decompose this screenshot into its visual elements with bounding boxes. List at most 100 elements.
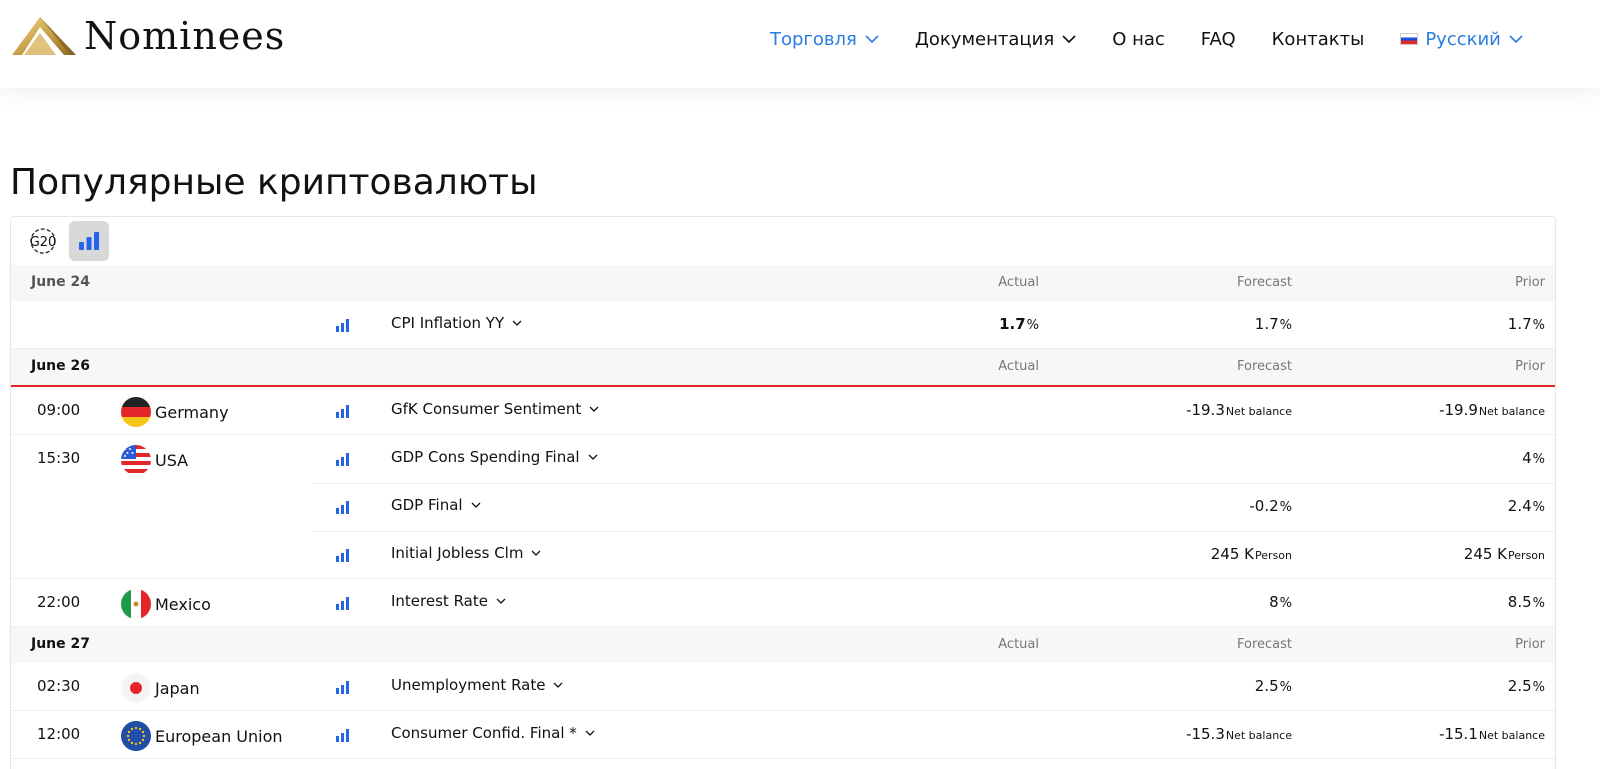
event-time: 22:00 bbox=[37, 593, 81, 611]
prior-unit: % bbox=[1532, 318, 1545, 333]
importance-icon bbox=[336, 597, 349, 610]
prior-unit: Net balance bbox=[1478, 405, 1545, 418]
event-name-label: GDP Final bbox=[391, 496, 463, 514]
brand-logo[interactable]: Nominees bbox=[10, 12, 285, 60]
importance-filter-button[interactable] bbox=[69, 221, 109, 261]
forecast-unit: Net balance bbox=[1225, 729, 1292, 742]
date-label: June 26 bbox=[31, 358, 90, 374]
prior-value: 2.4% bbox=[1508, 497, 1545, 515]
event-row[interactable]: 22:00 Mexico Interest Rate 8% 8.5% bbox=[11, 579, 1555, 627]
column-header-forecast: Forecast bbox=[1236, 637, 1292, 652]
column-header-actual: Actual bbox=[998, 359, 1039, 374]
forecast-number: 8 bbox=[1269, 593, 1279, 611]
date-label: June 24 bbox=[31, 274, 90, 290]
event-row[interactable]: Initial Jobless Clm 245 KPerson 245 KPer… bbox=[11, 531, 1555, 579]
nav-about[interactable]: О нас bbox=[1112, 29, 1165, 50]
event-country: Germany bbox=[121, 397, 229, 427]
date-label: June 27 bbox=[31, 636, 90, 652]
prior-value: 245 KPerson bbox=[1464, 545, 1545, 563]
nav-trading[interactable]: Торговля bbox=[770, 29, 879, 50]
event-name[interactable]: GfK Consumer Sentiment bbox=[391, 400, 599, 418]
chevron-down-icon bbox=[471, 502, 481, 508]
prior-value: 4% bbox=[1522, 449, 1545, 467]
country-name: European Union bbox=[155, 726, 283, 746]
event-name[interactable]: GDP Cons Spending Final bbox=[391, 448, 598, 466]
nav-about-label: О нас bbox=[1112, 28, 1165, 50]
language-label: Русский bbox=[1425, 28, 1501, 50]
forecast-number: -0.2 bbox=[1249, 497, 1279, 515]
chevron-down-icon bbox=[589, 406, 599, 412]
prior-unit: % bbox=[1532, 680, 1545, 695]
event-time: 12:00 bbox=[37, 725, 81, 743]
column-header-actual: Actual bbox=[998, 637, 1039, 652]
g20-filter-button[interactable]: G20 bbox=[23, 221, 63, 261]
importance-icon bbox=[336, 549, 349, 562]
country-name: Mexico bbox=[155, 594, 211, 614]
g20-icon: G20 bbox=[30, 228, 56, 254]
prior-unit: % bbox=[1532, 452, 1545, 467]
event-row[interactable]: 09:00 Germany GfK Consumer Sentiment -19… bbox=[11, 387, 1555, 435]
event-row[interactable]: 12:00 European Union Consumer Confid. Fi… bbox=[11, 711, 1555, 759]
actual-unit: % bbox=[1026, 318, 1039, 333]
event-row[interactable]: GDP Final -0.2% 2.4% bbox=[11, 483, 1555, 532]
forecast-number: -19.3 bbox=[1186, 401, 1225, 419]
importance-icon bbox=[336, 729, 349, 742]
forecast-value: -0.2% bbox=[1249, 497, 1292, 515]
nav-documentation-label: Документация bbox=[914, 28, 1055, 50]
chevron-down-icon bbox=[585, 730, 595, 736]
mexico-flag-icon bbox=[121, 589, 151, 619]
nav-contacts[interactable]: Контакты bbox=[1272, 29, 1365, 50]
event-row[interactable]: 15:30 USA GDP Cons Spending Final 4% bbox=[11, 435, 1555, 484]
brand-name: Nominees bbox=[84, 14, 286, 58]
country-name: USA bbox=[155, 450, 189, 470]
event-row[interactable]: 02:30 Japan Unemployment Rate 2.5% 2.5% bbox=[11, 663, 1555, 711]
prior-value: 1.7% bbox=[1508, 315, 1545, 333]
date-header-row: June 24 Actual Forecast Prior bbox=[11, 265, 1555, 301]
event-country: Mexico bbox=[121, 589, 211, 619]
event-name[interactable]: CPI Inflation YY bbox=[391, 314, 522, 332]
event-row[interactable]: CPI Inflation YY 1.7% 1.7% 1.7% bbox=[11, 301, 1555, 349]
prior-value: 2.5% bbox=[1508, 677, 1545, 695]
prior-value: -15.1Net balance bbox=[1439, 725, 1545, 743]
event-name[interactable]: Consumer Confid. Final * bbox=[391, 724, 595, 742]
chevron-down-icon bbox=[496, 598, 506, 604]
event-name[interactable]: Unemployment Rate bbox=[391, 676, 563, 694]
forecast-number: 245 K bbox=[1210, 545, 1255, 563]
importance-icon bbox=[336, 405, 349, 418]
importance-icon bbox=[336, 501, 349, 514]
event-name[interactable]: Initial Jobless Clm bbox=[391, 544, 541, 562]
calendar-toolbar: G20 bbox=[11, 217, 1555, 265]
forecast-number: 1.7 bbox=[1254, 315, 1279, 333]
forecast-value: 245 KPerson bbox=[1211, 545, 1292, 563]
chevron-down-icon bbox=[1062, 34, 1076, 43]
forecast-value: 2.5% bbox=[1255, 677, 1292, 695]
prior-number: 1.7 bbox=[1507, 315, 1532, 333]
column-header-forecast: Forecast bbox=[1236, 275, 1292, 290]
actual-value: 1.7% bbox=[999, 315, 1039, 333]
forecast-unit: Net balance bbox=[1225, 405, 1292, 418]
nav-documentation[interactable]: Документация bbox=[915, 29, 1076, 50]
russia-flag-icon bbox=[1400, 33, 1419, 45]
event-name-label: Initial Jobless Clm bbox=[391, 544, 524, 562]
prior-number: 8.5 bbox=[1507, 593, 1532, 611]
forecast-unit: % bbox=[1279, 596, 1292, 611]
prior-number: 4 bbox=[1522, 449, 1532, 467]
chevron-down-icon bbox=[554, 682, 563, 688]
column-header-actual: Actual bbox=[998, 275, 1039, 290]
forecast-value: 8% bbox=[1269, 593, 1292, 611]
nav-faq[interactable]: FAQ bbox=[1201, 29, 1236, 50]
nav-faq-label: FAQ bbox=[1200, 28, 1236, 50]
event-name[interactable]: GDP Final bbox=[391, 496, 481, 514]
prior-number: 2.4 bbox=[1507, 497, 1532, 515]
prior-unit: Net balance bbox=[1478, 729, 1545, 742]
forecast-value: -19.3Net balance bbox=[1186, 401, 1292, 419]
event-name[interactable]: Interest Rate bbox=[391, 592, 506, 610]
event-time: 02:30 bbox=[37, 677, 81, 695]
event-country: USA bbox=[121, 445, 188, 475]
page-title: Популярные криптовалюты bbox=[10, 162, 538, 203]
prior-unit: % bbox=[1532, 596, 1545, 611]
prior-unit: Person bbox=[1508, 549, 1545, 562]
language-selector[interactable]: Русский bbox=[1400, 29, 1523, 50]
chevron-down-icon bbox=[512, 320, 522, 326]
forecast-number: -15.3 bbox=[1186, 725, 1225, 743]
